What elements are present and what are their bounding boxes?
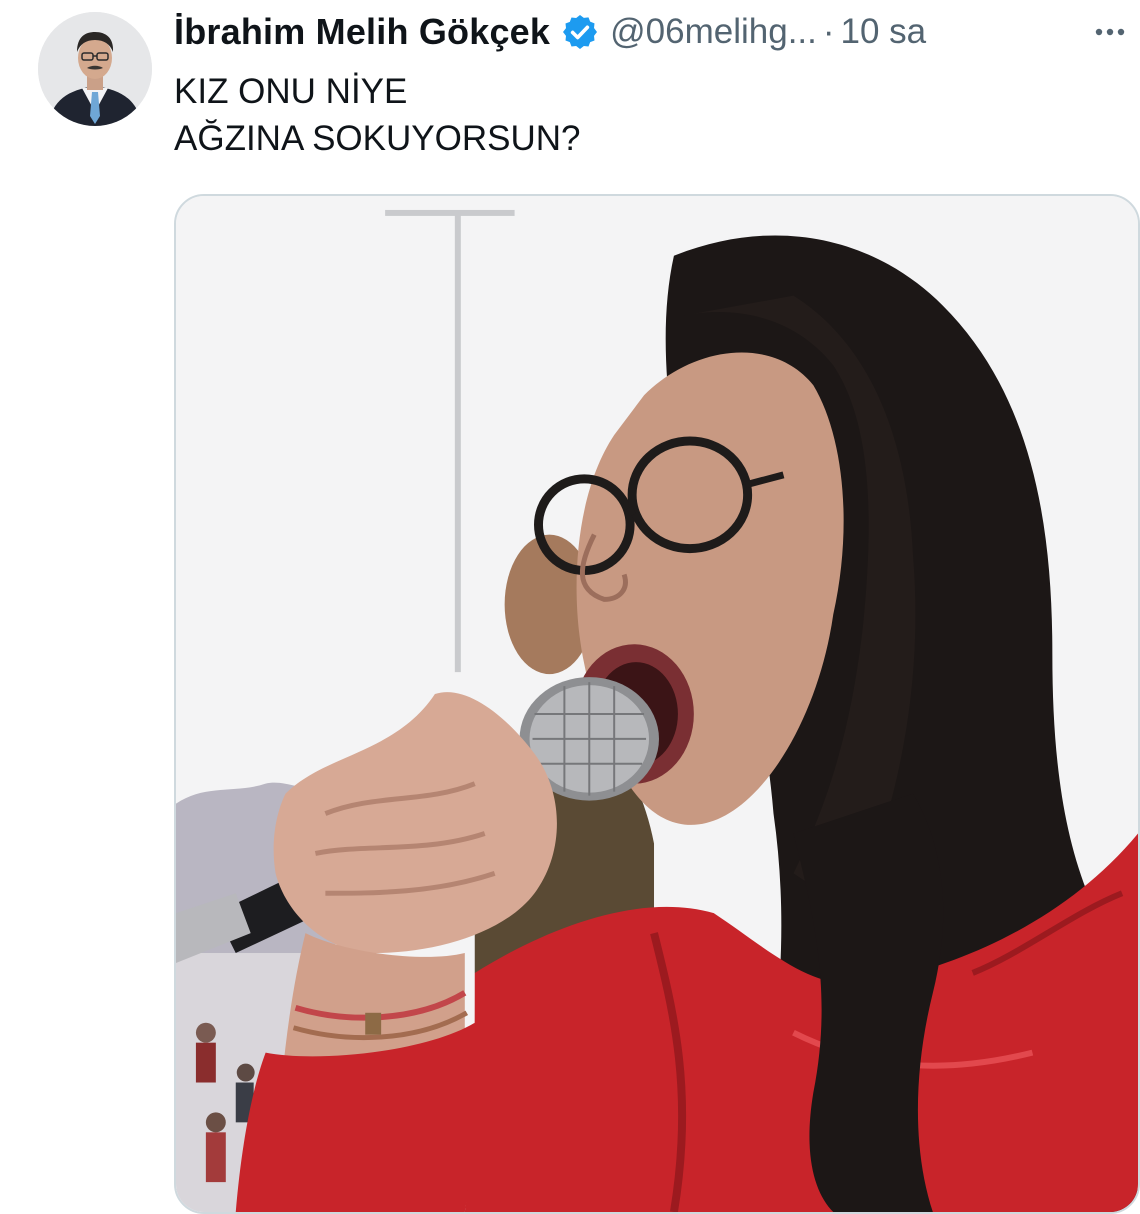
verified-badge-icon [560, 12, 600, 52]
tweet-card[interactable]: İbrahim Melih Gökçek @06melihg... · 10 s… [0, 0, 1140, 1214]
separator-dot: · [822, 12, 835, 51]
tweet-text-line-1: KIZ ONU NİYE [174, 72, 408, 111]
more-options-icon [1090, 12, 1130, 52]
more-options-button[interactable] [1086, 8, 1134, 56]
tweet-timestamp[interactable]: 10 sa [841, 12, 927, 52]
tweet-text: KIZ ONU NİYE AĞZINA SOKUYORSUN? [174, 68, 580, 162]
tweet-text-line-2: AĞZINA SOKUYORSUN? [174, 119, 581, 158]
avatar[interactable] [38, 12, 152, 126]
tweet-media-photo[interactable] [174, 194, 1140, 1214]
author-handle[interactable]: @06melihg... [610, 12, 817, 52]
tweet-header: İbrahim Melih Gökçek @06melihg... · 10 s… [174, 6, 1074, 58]
author-name[interactable]: İbrahim Melih Gökçek [174, 11, 550, 53]
